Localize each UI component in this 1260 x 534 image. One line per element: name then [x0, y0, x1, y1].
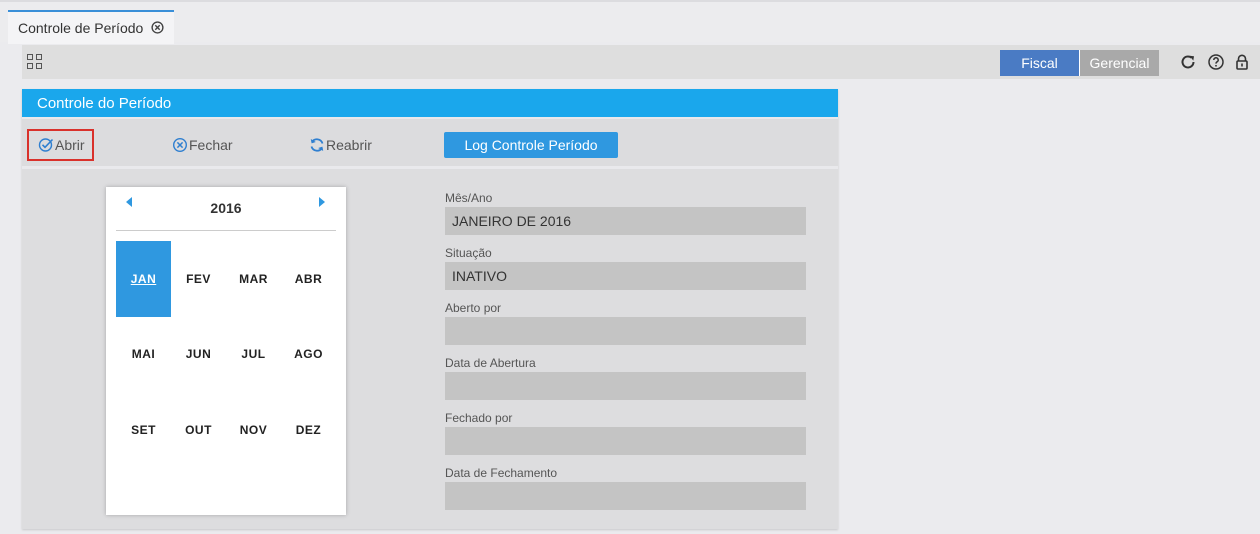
- calendar-year: 2016: [210, 200, 242, 216]
- month-jun[interactable]: JUN: [171, 317, 226, 393]
- refresh-icon: [310, 138, 324, 152]
- reabrir-button[interactable]: Reabrir: [309, 129, 372, 161]
- field-fechado-por: Fechado por: [445, 409, 806, 464]
- month-grid: JAN FEV MAR ABR MAI JUN JUL AGO SET OUT …: [116, 241, 336, 468]
- month-out[interactable]: OUT: [171, 392, 226, 468]
- month-mai[interactable]: MAI: [116, 317, 171, 393]
- mes-ano-value: JANEIRO DE 2016: [445, 207, 806, 235]
- field-label: Fechado por: [445, 411, 513, 425]
- field-label: Aberto por: [445, 301, 502, 315]
- field-aberto-por: Aberto por: [445, 299, 806, 354]
- fechar-button[interactable]: Fechar: [172, 129, 233, 161]
- month-abr[interactable]: ABR: [281, 241, 336, 317]
- help-icon[interactable]: [1207, 53, 1225, 71]
- fechar-label: Fechar: [189, 137, 233, 153]
- field-label: Data de Abertura: [445, 356, 536, 370]
- situacao-value: INATIVO: [445, 262, 806, 290]
- refresh-icon[interactable]: [1179, 53, 1197, 71]
- month-jul[interactable]: JUL: [226, 317, 281, 393]
- tab-bar: Controle de Período: [0, 0, 1260, 44]
- action-bar: Abrir Fechar Reabrir Log Controle Períod…: [22, 117, 838, 169]
- tab-label: Controle de Período: [18, 20, 144, 36]
- month-ago[interactable]: AGO: [281, 317, 336, 393]
- toolbar: Fiscal Gerencial: [22, 45, 1260, 79]
- field-data-abertura: Data de Abertura: [445, 354, 806, 409]
- reabrir-label: Reabrir: [326, 137, 372, 153]
- next-year-icon[interactable]: [319, 197, 325, 207]
- fiscal-button[interactable]: Fiscal: [1000, 50, 1079, 76]
- tab-controle-de-periodo[interactable]: Controle de Período: [8, 10, 175, 44]
- abrir-label: Abrir: [55, 137, 85, 153]
- field-label: Data de Fechamento: [445, 466, 558, 480]
- field-data-fechamento: Data de Fechamento: [445, 464, 806, 519]
- log-controle-periodo-button[interactable]: Log Controle Período: [444, 132, 618, 158]
- check-circle-icon: [38, 138, 54, 152]
- controle-do-periodo-panel: Controle do Período Abrir Fechar Reabrir…: [22, 89, 838, 529]
- abrir-button[interactable]: Abrir: [27, 129, 94, 161]
- period-details: Mês/Ano JANEIRO DE 2016 Situação INATIVO…: [445, 189, 806, 519]
- month-picker: 2016 JAN FEV MAR ABR MAI JUN JUL AGO SET…: [106, 187, 346, 515]
- lock-icon[interactable]: [1233, 53, 1251, 71]
- field-situacao: Situação INATIVO: [445, 244, 806, 299]
- month-mar[interactable]: MAR: [226, 241, 281, 317]
- mode-switch: Fiscal Gerencial: [1000, 50, 1159, 76]
- calendar-divider: [116, 230, 336, 231]
- month-fev[interactable]: FEV: [171, 241, 226, 317]
- month-set[interactable]: SET: [116, 392, 171, 468]
- fechado-por-value: [445, 427, 806, 455]
- field-mes-ano: Mês/Ano JANEIRO DE 2016: [445, 189, 806, 244]
- close-icon[interactable]: [151, 20, 164, 36]
- month-dez[interactable]: DEZ: [281, 392, 336, 468]
- month-nov[interactable]: NOV: [226, 392, 281, 468]
- field-label: Situação: [445, 246, 492, 260]
- data-abertura-value: [445, 372, 806, 400]
- panel-title: Controle do Período: [22, 89, 838, 117]
- field-label: Mês/Ano: [445, 191, 493, 205]
- aberto-por-value: [445, 317, 806, 345]
- month-jan[interactable]: JAN: [116, 241, 171, 317]
- grid-icon[interactable]: [27, 54, 43, 70]
- close-circle-icon: [172, 137, 188, 153]
- gerencial-button[interactable]: Gerencial: [1079, 50, 1159, 76]
- data-fechamento-value: [445, 482, 806, 510]
